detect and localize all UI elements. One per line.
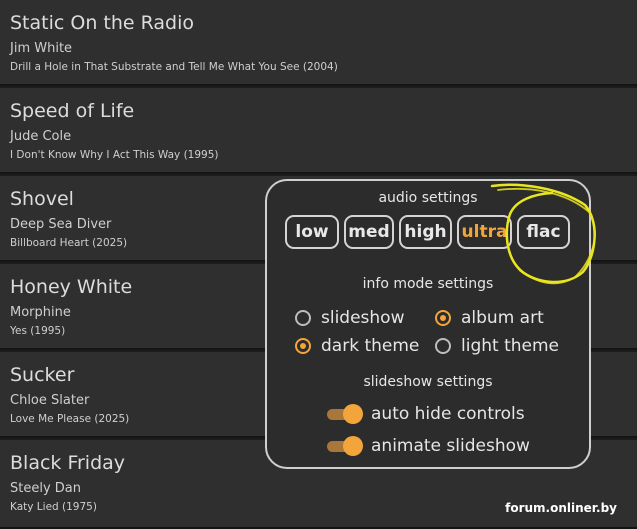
track-row[interactable]: Speed of Life Jude Cole I Don't Know Why… [0, 88, 637, 174]
track-album: Drill a Hole in That Substrate and Tell … [10, 61, 338, 73]
track-album: Love Me Please (2025) [10, 413, 130, 425]
audio-quality-group: low med high ultra flac [267, 215, 589, 253]
toggle-switch[interactable] [327, 436, 363, 456]
track-album: I Don't Know Why I Act This Way (1995) [10, 149, 219, 161]
toggle-auto-hide-controls[interactable]: auto hide controls [327, 401, 525, 427]
radio-button[interactable] [295, 310, 311, 326]
radio-button[interactable] [435, 310, 451, 326]
option-label: album art [461, 308, 544, 328]
radio-button[interactable] [435, 338, 451, 354]
track-album: Yes (1995) [10, 325, 66, 337]
track-artist: Jude Cole [10, 129, 72, 144]
quality-ultra-button[interactable]: ultra [457, 215, 512, 249]
track-title: Sucker [10, 364, 75, 386]
track-title: Honey White [10, 276, 133, 298]
track-artist: Jim White [10, 41, 73, 56]
quality-low-button[interactable]: low [285, 215, 339, 249]
radio-button[interactable] [295, 338, 311, 354]
track-artist: Deep Sea Diver [10, 217, 112, 232]
track-album: Billboard Heart (2025) [10, 237, 128, 249]
settings-panel: audio settings low med high ultra flac i… [265, 179, 591, 469]
quality-high-button[interactable]: high [399, 215, 452, 249]
track-row[interactable]: Static On the Radio Jim White Drill a Ho… [0, 0, 637, 86]
option-dark-theme[interactable]: dark theme [295, 334, 419, 358]
quality-med-button[interactable]: med [344, 215, 394, 249]
track-album: Katy Lied (1975) [10, 501, 97, 513]
option-label: slideshow [321, 308, 405, 328]
audio-settings-title: audio settings [378, 190, 478, 206]
track-title: Speed of Life [10, 100, 135, 122]
watermark: forum.onliner.by [505, 501, 617, 515]
option-album-art[interactable]: album art [435, 306, 544, 330]
option-slideshow[interactable]: slideshow [295, 306, 405, 330]
track-title: Static On the Radio [10, 12, 195, 34]
track-title: Shovel [10, 188, 74, 210]
quality-flac-button[interactable]: flac [517, 215, 570, 249]
option-label: light theme [461, 336, 559, 356]
track-title: Black Friday [10, 452, 126, 474]
track-artist: Steely Dan [10, 481, 81, 496]
track-artist: Morphine [10, 305, 71, 320]
toggle-label: animate slideshow [371, 436, 530, 456]
toggle-switch[interactable] [327, 404, 363, 424]
slideshow-settings-title: slideshow settings [363, 374, 493, 390]
track-artist: Chloe Slater [10, 393, 90, 408]
toggle-label: auto hide controls [371, 404, 525, 424]
option-label: dark theme [321, 336, 420, 356]
option-light-theme[interactable]: light theme [435, 334, 559, 358]
info-mode-settings-title: info mode settings [362, 276, 494, 292]
toggle-animate-slideshow[interactable]: animate slideshow [327, 433, 530, 459]
